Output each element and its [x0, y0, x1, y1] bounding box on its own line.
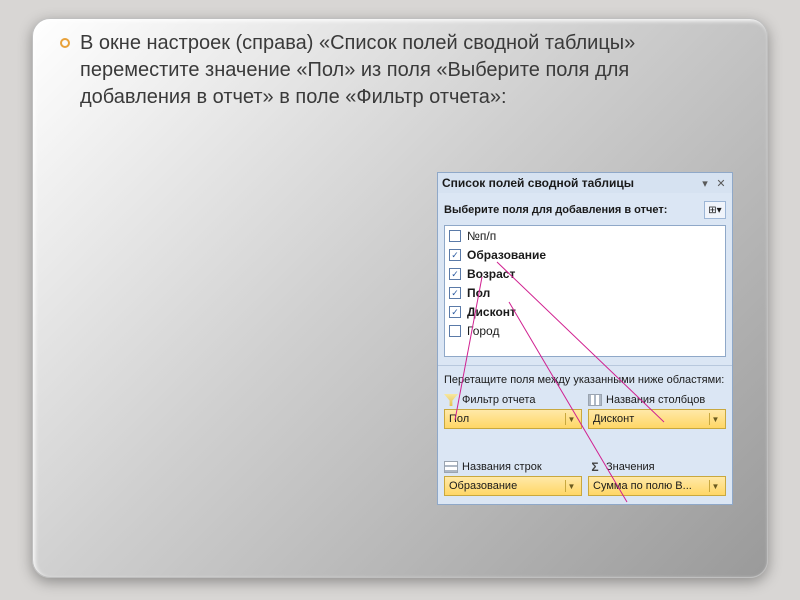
rows-icon: [444, 461, 458, 473]
sigma-icon: Σ: [588, 461, 602, 473]
field-name: Образование: [467, 248, 546, 262]
area-values: Σ Значения Сумма по полю В...▼: [588, 459, 726, 496]
chevron-down-icon[interactable]: ▼: [565, 480, 577, 492]
field-item[interactable]: Город: [445, 321, 725, 340]
area-label: Фильтр отчета: [462, 394, 535, 406]
dropdown-icon[interactable]: ▾: [698, 176, 712, 190]
field-name: Дисконт: [467, 305, 516, 319]
close-icon[interactable]: ✕: [714, 176, 728, 190]
choose-fields-row: Выберите поля для добавления в отчет: ⊞▾: [438, 193, 732, 223]
choose-fields-label: Выберите поля для добавления в отчет:: [444, 204, 704, 216]
panel-header: Список полей сводной таблицы ▾ ✕: [438, 173, 732, 193]
instruction-text: В окне настроек (справа) «Список полей с…: [80, 30, 700, 111]
checkbox[interactable]: ✓: [449, 287, 461, 299]
checkbox[interactable]: [449, 325, 461, 337]
area-column-labels: Названия столбцов Дисконт▼: [588, 392, 726, 455]
drop-rows[interactable]: Образование▼: [444, 476, 582, 496]
drop-areas: Фильтр отчета Пол▼ Названия столбцов Дис…: [438, 390, 732, 504]
layout-options-button[interactable]: ⊞▾: [704, 201, 726, 219]
panel-title: Список полей сводной таблицы: [442, 176, 696, 190]
field-item[interactable]: №п/п: [445, 226, 725, 245]
drop-filter[interactable]: Пол▼: [444, 409, 582, 429]
pivot-field-list-panel: Список полей сводной таблицы ▾ ✕ Выберит…: [437, 172, 733, 505]
field-name: №п/п: [467, 229, 496, 243]
drag-areas-label: Перетащите поля между указанными ниже об…: [438, 365, 732, 390]
checkbox[interactable]: ✓: [449, 249, 461, 261]
chevron-down-icon[interactable]: ▼: [709, 413, 721, 425]
drop-value: Сумма по полю В...: [593, 480, 709, 492]
field-item[interactable]: ✓ Пол: [445, 283, 725, 302]
field-name: Пол: [467, 286, 490, 300]
field-name: Возраст: [467, 267, 515, 281]
chevron-down-icon[interactable]: ▼: [565, 413, 577, 425]
area-report-filter: Фильтр отчета Пол▼: [444, 392, 582, 455]
drop-values[interactable]: Сумма по полю В...▼: [588, 476, 726, 496]
drop-value: Дисконт: [593, 413, 709, 425]
filter-icon: [444, 394, 458, 406]
checkbox[interactable]: [449, 230, 461, 242]
drop-value: Пол: [449, 413, 565, 425]
checkbox[interactable]: ✓: [449, 306, 461, 318]
checkbox[interactable]: ✓: [449, 268, 461, 280]
columns-icon: [588, 394, 602, 406]
bullet-icon: [60, 38, 70, 48]
area-label: Названия строк: [462, 461, 542, 473]
field-item[interactable]: ✓ Образование: [445, 245, 725, 264]
field-list: №п/п ✓ Образование ✓ Возраст ✓ Пол ✓ Дис…: [444, 225, 726, 357]
field-item[interactable]: ✓ Дисконт: [445, 302, 725, 321]
field-name: Город: [467, 324, 499, 338]
drop-value: Образование: [449, 480, 565, 492]
area-label: Названия столбцов: [606, 394, 705, 406]
field-item[interactable]: ✓ Возраст: [445, 264, 725, 283]
chevron-down-icon[interactable]: ▼: [709, 480, 721, 492]
area-row-labels: Названия строк Образование▼: [444, 459, 582, 496]
drop-columns[interactable]: Дисконт▼: [588, 409, 726, 429]
area-label: Значения: [606, 461, 655, 473]
